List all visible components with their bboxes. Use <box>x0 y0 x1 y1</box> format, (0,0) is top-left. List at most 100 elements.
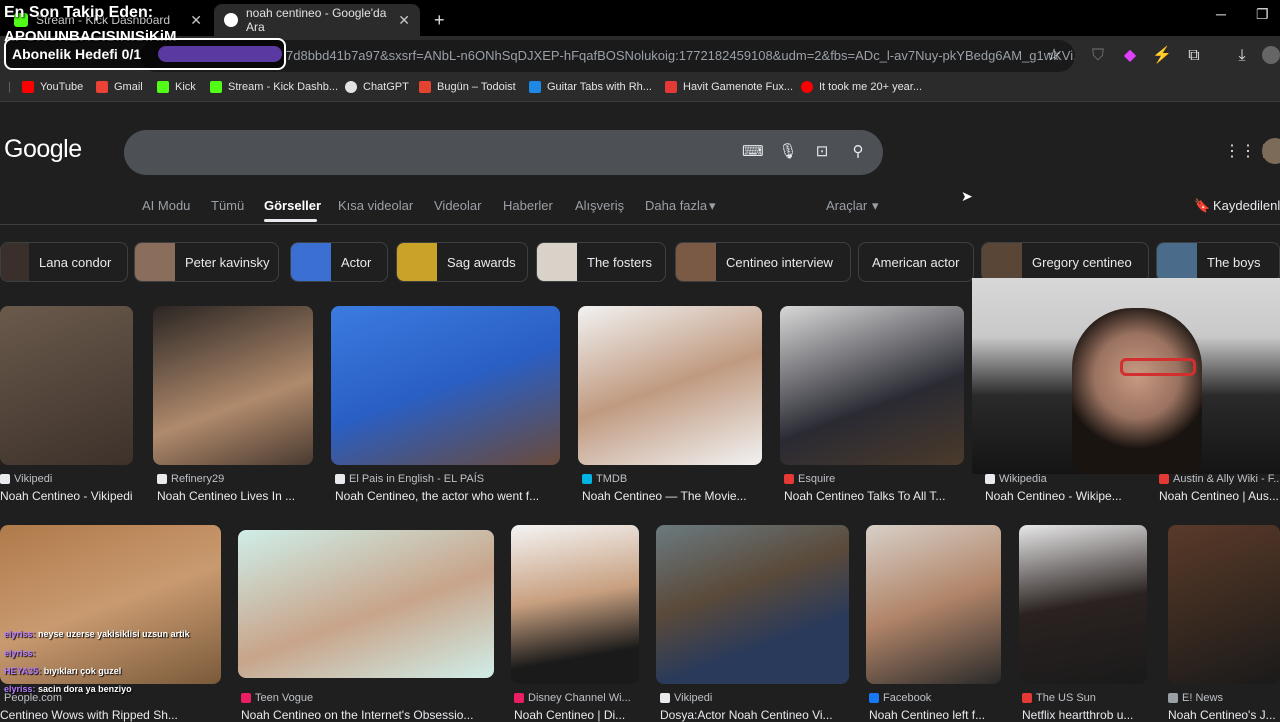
tab-all[interactable]: Tümü <box>211 198 244 213</box>
chat-user: elyriss: <box>4 648 36 658</box>
elpais-icon <box>335 474 345 484</box>
chip-thumbnail <box>982 243 1022 281</box>
result-title[interactable]: Noah Centineo Lives In ... <box>157 489 313 503</box>
tab-images[interactable]: Görseller <box>264 198 321 213</box>
bookmark-label: Gmail <box>114 81 143 93</box>
search-input[interactable]: ⌨ 🎙 ⊡ ⚲ <box>124 130 883 175</box>
result-title[interactable]: Noah Centineo, the actor who went f... <box>335 489 560 503</box>
chip-peter-kavinsky[interactable]: Peter kavinsky <box>134 242 279 282</box>
chip-the-fosters[interactable]: The fosters <box>536 242 666 282</box>
bookmark-havit[interactable]: Havit Gamenote Fux... <box>665 81 793 93</box>
kick-icon <box>210 81 222 93</box>
guitar-tabs-icon <box>529 81 541 93</box>
tab-title: noah centineo - Google'da Ara <box>246 6 387 34</box>
browser-tab-strip: Stream - Kick Dashboard ✕ noah centineo … <box>0 0 1280 36</box>
chip-the-boys[interactable]: The boys <box>1156 242 1280 282</box>
tmdb-icon <box>582 474 592 484</box>
extensions-puzzle-icon[interactable]: ⧉ <box>1184 46 1204 66</box>
result-image[interactable] <box>780 306 964 465</box>
result-image[interactable] <box>1019 525 1147 684</box>
result-image[interactable] <box>0 525 221 684</box>
us-sun-icon <box>1022 693 1032 703</box>
bookmark-youtube[interactable]: YouTube <box>22 81 83 93</box>
bookmark-guitar-tabs[interactable]: Guitar Tabs with Rh... <box>529 81 652 93</box>
tab-videos[interactable]: Videolar <box>434 198 481 213</box>
close-tab-icon[interactable]: ✕ <box>190 12 202 29</box>
result-image[interactable] <box>238 530 494 678</box>
bookmark-icon: 🔖 <box>1194 198 1211 213</box>
bookmark-label: Havit Gamenote Fux... <box>683 81 794 93</box>
chip-label: Peter kavinsky <box>185 254 270 270</box>
minimize-icon[interactable]: ─ <box>1216 6 1226 22</box>
result-title[interactable]: Noah Centineo | Aus... <box>1159 489 1280 503</box>
source-label: The US Sun <box>1036 692 1096 704</box>
chip-gregory-centineo[interactable]: Gregory centineo <box>981 242 1149 282</box>
tools-button[interactable]: Araçlar <box>826 198 867 213</box>
google-logo[interactable]: Google <box>4 135 82 164</box>
tab-news[interactable]: Haberler <box>503 198 553 213</box>
result-title[interactable]: Noah Centineo - Wikipe... <box>985 489 1135 503</box>
chip-sag-awards[interactable]: Sag awards <box>396 242 528 282</box>
microphone-icon[interactable]: 🎙 <box>778 142 798 162</box>
bookmark-todoist[interactable]: Bugün – Todoist <box>419 81 516 93</box>
profile-icon[interactable] <box>1262 46 1280 64</box>
result-title[interactable]: Noah Centineo — The Movie... <box>582 489 762 503</box>
result-image[interactable] <box>578 306 762 465</box>
result-image[interactable] <box>511 525 639 684</box>
bookmark-kick-dashboard[interactable]: Stream - Kick Dashb... <box>210 81 338 93</box>
esquire-icon <box>784 474 794 484</box>
tab-short-videos[interactable]: Kısa videolar <box>338 198 413 213</box>
result-source: Vikipedi <box>660 692 712 704</box>
chip-thumbnail <box>537 243 577 281</box>
bookmark-star-icon[interactable]: ☆ <box>1044 46 1064 66</box>
shield-icon[interactable]: ⛉ <box>1088 46 1108 66</box>
chip-centineo-interview[interactable]: Centineo interview <box>675 242 851 282</box>
result-source: Teen Vogue <box>241 692 313 704</box>
chip-lana-condor[interactable]: Lana condor <box>0 242 128 282</box>
webcam-overlay <box>972 278 1280 474</box>
tab-ai-mode[interactable]: AI Modu <box>142 198 190 213</box>
extension-icon[interactable]: ◆ <box>1120 46 1140 66</box>
result-image[interactable] <box>331 306 560 465</box>
download-icon[interactable]: ⤓ <box>1232 46 1252 66</box>
chip-actor[interactable]: Actor <box>290 242 388 282</box>
source-label: Esquire <box>798 473 836 485</box>
source-label: TMDB <box>596 473 628 485</box>
search-icon[interactable]: ⚲ <box>848 142 868 162</box>
tab-shopping[interactable]: Alışveriş <box>575 198 624 213</box>
new-tab-button[interactable]: + <box>424 4 454 36</box>
saved-button[interactable]: Kaydedilenler <box>1213 198 1280 213</box>
maximize-icon[interactable]: ❐ <box>1256 6 1269 23</box>
translate-icon[interactable]: ⚡ <box>1152 46 1172 66</box>
tab-more[interactable]: Daha fazla <box>645 198 707 213</box>
subscription-goal-widget: Abonelik Hedefi 0/1 <box>4 38 286 70</box>
result-image[interactable] <box>656 525 849 684</box>
result-source: Disney Channel Wi... <box>514 692 631 704</box>
result-image[interactable] <box>0 306 133 465</box>
chip-label: Actor <box>341 254 372 270</box>
tab-google-search[interactable]: noah centineo - Google'da Ara ✕ <box>214 4 420 36</box>
chip-label: The fosters <box>587 254 653 270</box>
lens-icon[interactable]: ⊡ <box>812 142 832 162</box>
bookmarks-separator: | <box>8 81 11 93</box>
result-source: Esquire <box>784 473 835 485</box>
chip-thumbnail <box>397 243 437 281</box>
close-tab-icon[interactable]: ✕ <box>398 12 410 29</box>
bookmarks-bar: | YouTube Gmail Kick Stream - Kick Dashb… <box>0 76 1280 102</box>
result-title[interactable]: Noah Centineo Talks To All T... <box>784 489 964 503</box>
result-image[interactable] <box>153 306 313 465</box>
result-source: The US Sun <box>1022 692 1096 704</box>
chip-american-actor[interactable]: American actor <box>858 242 974 282</box>
bookmark-gmail[interactable]: Gmail <box>96 81 143 93</box>
result-title[interactable]: Noah Centineo - Vikipedi <box>0 489 133 503</box>
result-image[interactable] <box>1168 525 1280 684</box>
chat-user: elyriss: <box>4 684 36 694</box>
bookmark-youtube-video[interactable]: It took me 20+ year... <box>801 81 922 93</box>
chat-message: HEYA35: bıyıkları çok guzel <box>4 666 121 676</box>
result-image[interactable] <box>866 525 1001 684</box>
bookmark-kick[interactable]: Kick <box>157 81 196 93</box>
chat-user: HEYA35: <box>4 666 42 676</box>
bookmark-chatgpt[interactable]: ChatGPT <box>345 81 409 93</box>
chip-thumbnail <box>1157 243 1197 281</box>
keyboard-icon[interactable]: ⌨ <box>742 142 764 162</box>
